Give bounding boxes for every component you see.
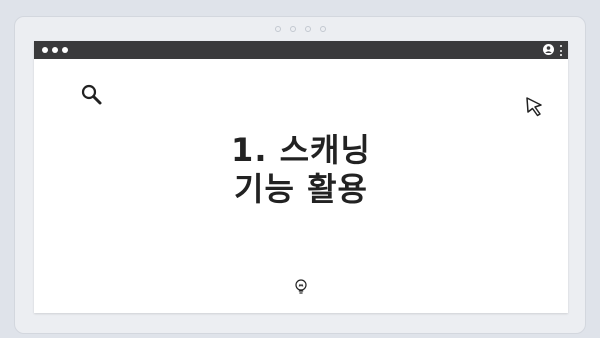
pager-dot[interactable] <box>319 26 326 32</box>
slide-headline: 1. 스캐닝 기능 활용 <box>34 131 568 209</box>
window-titlebar <box>34 41 568 59</box>
window-controls <box>42 47 68 53</box>
maximize-dot-icon[interactable] <box>62 47 68 53</box>
pager-dot[interactable] <box>274 26 281 32</box>
slide-page: 1. 스캐닝 기능 활용 <box>0 0 600 338</box>
browser-window: 1. 스캐닝 기능 활용 <box>34 41 568 313</box>
account-icon[interactable] <box>543 44 554 55</box>
headline-line-1: 1. 스캐닝 <box>231 131 371 169</box>
headline-line-2: 기능 활용 <box>234 170 368 208</box>
cursor-icon <box>524 96 546 118</box>
close-dot-icon[interactable] <box>42 47 48 53</box>
search-icon <box>80 83 104 107</box>
pager-dot[interactable] <box>289 26 296 32</box>
pager-dot[interactable] <box>304 26 311 32</box>
kebab-menu-icon[interactable] <box>560 45 563 56</box>
pager-dots <box>0 26 600 32</box>
minimize-dot-icon[interactable] <box>52 47 58 53</box>
lightbulb-icon <box>294 278 308 296</box>
